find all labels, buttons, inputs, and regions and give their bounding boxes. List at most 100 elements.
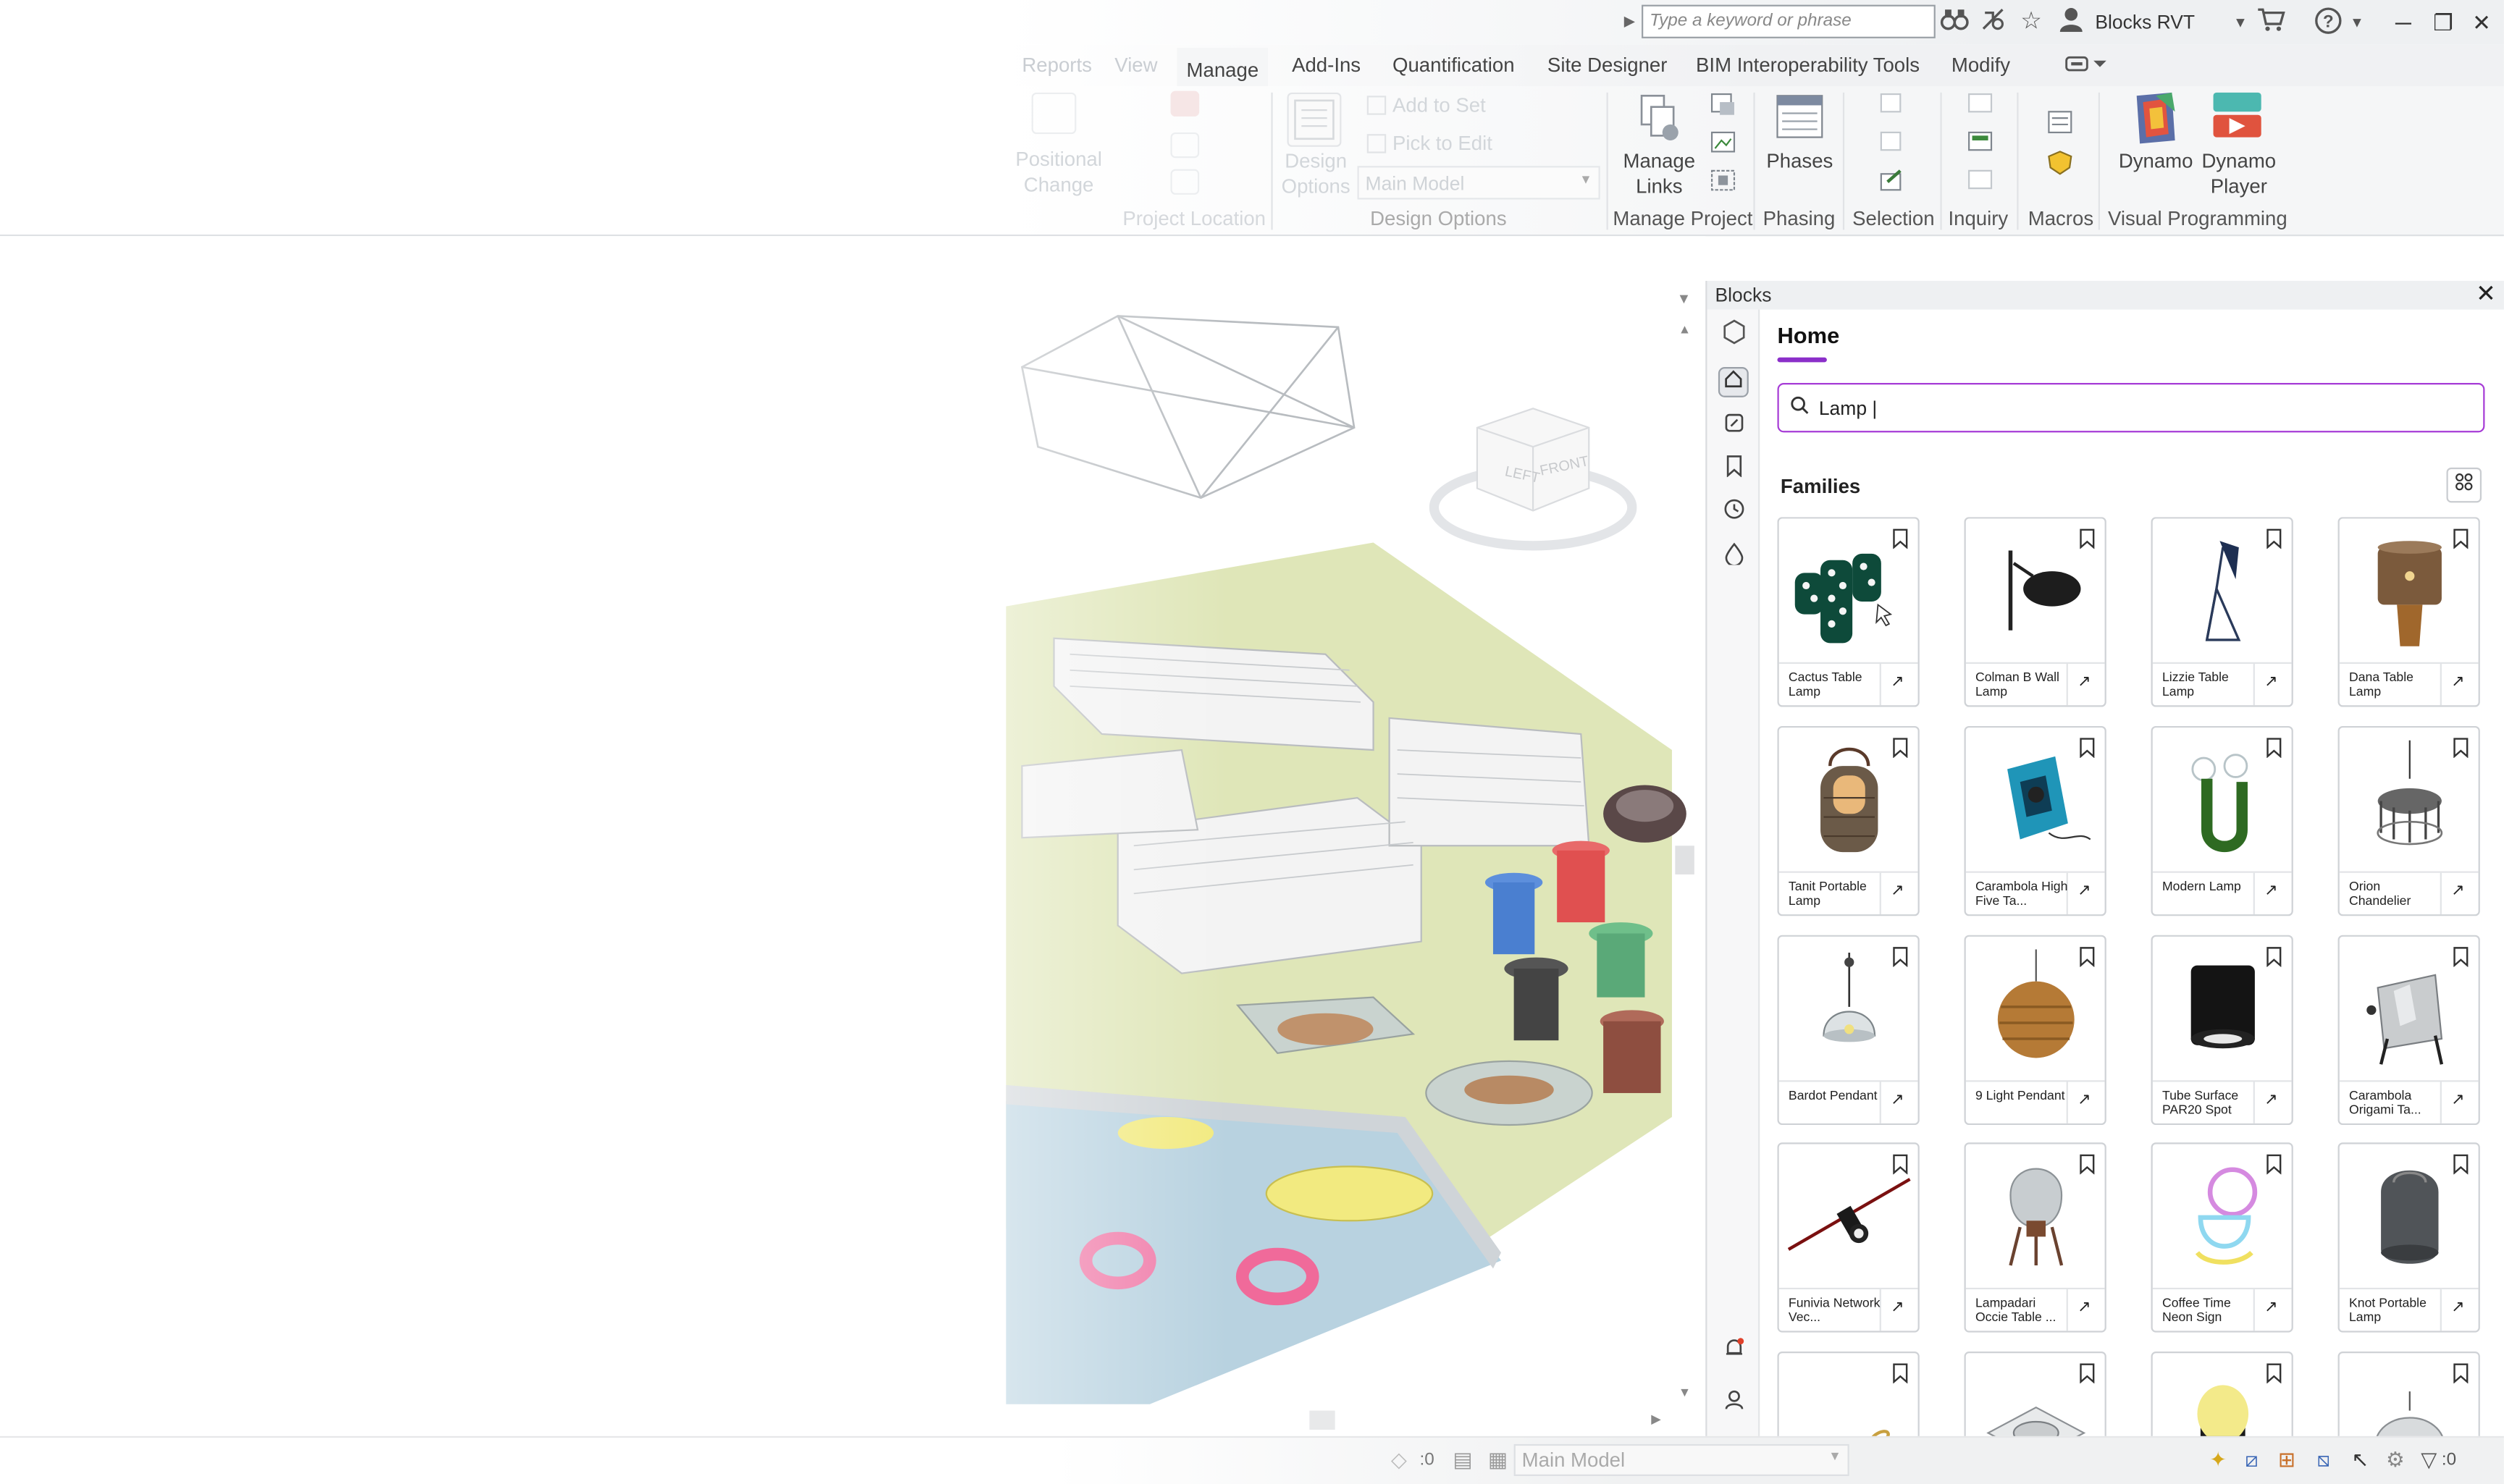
add-to-set-button[interactable]: Add to Set [1366,93,1486,118]
bookmark-icon[interactable] [2079,1154,2095,1175]
bookmark-icon[interactable] [2453,737,2469,759]
bookmark-icon[interactable] [2266,1154,2282,1175]
family-card[interactable]: Knot Portable Lamp ↗ [2337,1142,2480,1333]
open-family-icon[interactable]: ↗ [2264,673,2278,691]
phases-label[interactable]: Phases [1763,148,1836,174]
bookmark-icon[interactable] [2266,528,2282,549]
bookmark-icon[interactable] [1892,528,1908,549]
panel-toggle-icon[interactable] [2064,53,2109,80]
drop-icon[interactable] [1718,542,1749,573]
dynamo-player-label[interactable]: Dynamo Player [2194,148,2283,200]
view-options-dropdown-icon[interactable]: ▼ [1677,290,1692,306]
keyword-search-input[interactable]: Type a keyword or phrase [1642,4,1936,38]
tab-quantification[interactable]: Quantification [1392,54,1515,77]
bookmark-icon[interactable] [2266,946,2282,967]
open-family-icon[interactable]: ↗ [2451,882,2465,900]
bookmark-icon[interactable] [1892,1362,1908,1384]
scroll-up-icon[interactable]: ▲ [1679,322,1691,337]
family-card[interactable]: Tanit Portable Lamp ↗ [1777,725,1920,916]
restore-icon[interactable]: ❐ [2427,7,2459,38]
bookmark-icon[interactable] [1718,455,1749,485]
grid-view-icon[interactable] [2446,467,2482,503]
tab-view[interactable]: View [1114,54,1157,77]
tab-site-designer[interactable]: Site Designer [1547,54,1668,77]
design-option-select[interactable]: Main Model ▼ [1357,166,1600,200]
select-links-icon[interactable]: ✦ [2206,1447,2231,1472]
close-icon[interactable]: ✕ [2466,7,2497,38]
dynamo-player-icon[interactable] [2210,89,2264,143]
bookmark-icon[interactable] [2453,528,2469,549]
user-name[interactable]: Blocks RVT [2095,11,2195,33]
family-card[interactable]: Colman B Wall Lamp ↗ [1964,517,2106,707]
account-icon[interactable] [1718,1388,1749,1419]
dynamo-icon[interactable] [2130,89,2182,146]
manage-images-icon[interactable] [1709,130,1738,155]
tab-manage[interactable]: Manage [1177,48,1269,87]
open-family-icon[interactable]: ↗ [2264,1299,2278,1316]
open-family-icon[interactable]: ↗ [1891,673,1904,691]
family-card[interactable]: Dana Table Lamp ↗ [2337,517,2480,707]
ids-of-selection-icon[interactable] [1966,91,1995,117]
bookmark-icon[interactable] [1892,946,1908,967]
worksets-icon[interactable]: ▤ [1450,1447,1475,1472]
macro-security-icon[interactable] [2046,148,2075,177]
filter-icon[interactable]: ▽ [2416,1447,2442,1472]
select-by-face-icon[interactable]: ⧅ [2311,1447,2336,1472]
bookmark-icon[interactable] [2266,737,2282,759]
design-options-status-icon[interactable]: ▦ [1485,1447,1511,1472]
edit-selection-icon[interactable] [1878,167,1907,193]
family-card[interactable]: ↗ [2337,1352,2480,1436]
coordinates-icon[interactable] [1170,132,1200,159]
blocks-search-field[interactable] [1777,383,2485,433]
bookmark-icon[interactable] [2266,1362,2282,1384]
horizontal-scrollbar-thumb[interactable] [1309,1410,1335,1430]
select-pinned-icon[interactable]: ⊞ [2274,1447,2299,1472]
positional-icon[interactable] [1031,92,1077,135]
open-family-icon[interactable]: ↗ [2451,673,2465,691]
warnings-icon[interactable] [1966,167,1995,193]
open-family-icon[interactable]: ↗ [2077,1299,2091,1316]
binoculars-icon[interactable] [1938,7,1970,38]
load-selection-icon[interactable] [1878,130,1907,155]
bookmark-icon[interactable] [2453,946,2469,967]
open-family-icon[interactable]: ↗ [2451,1092,2465,1109]
background-processes-icon[interactable]: ⚙ [2382,1447,2408,1472]
family-card[interactable]: Cactus Table Lamp ↗ [1777,517,1920,707]
family-card[interactable]: Funivia Network Vec... ↗ [1777,1142,1920,1333]
family-card[interactable]: Lizzie Table Lamp ↗ [2151,517,2293,707]
bookmark-icon[interactable] [2079,737,2095,759]
starting-view-icon[interactable] [1709,167,1738,193]
tab-modify[interactable]: Modify [1951,54,2010,77]
bookmark-icon[interactable] [1892,1154,1908,1175]
position-icon[interactable] [1170,169,1200,195]
tab-add-ins[interactable]: Add-Ins [1292,54,1361,77]
open-family-icon[interactable]: ↗ [2077,673,2091,691]
import-icon[interactable] [1709,91,1738,117]
bookmark-icon[interactable] [2079,946,2095,967]
location-icon[interactable] [1170,90,1200,117]
phases-icon[interactable] [1773,91,1827,146]
help-icon[interactable]: ? [2312,7,2344,38]
viewcube[interactable]: LEFT FRONT [1429,396,1637,555]
open-family-icon[interactable]: ↗ [2451,1299,2465,1316]
dynamo-label[interactable]: Dynamo [2111,148,2200,174]
minimize-icon[interactable]: ─ [2387,7,2419,38]
tab-reports[interactable]: Reports [1022,54,1092,77]
expand-arrow-icon[interactable]: ▶ [1624,13,1635,30]
manage-links-label[interactable]: Manage Links [1616,148,1702,200]
user-icon[interactable] [2055,7,2087,38]
family-card[interactable]: ↗ [1777,1352,1920,1436]
family-card[interactable]: Tube Surface PAR20 Spot ↗ [2151,935,2293,1126]
open-family-icon[interactable]: ↗ [1891,882,1904,900]
family-card[interactable]: Bardot Pendant ↗ [1777,935,1920,1126]
positional-change-label[interactable]: Positional Change [1003,147,1114,198]
bookmark-icon[interactable] [2079,528,2095,549]
help-dropdown-icon[interactable]: ▼ [2341,7,2373,38]
family-card[interactable]: ↗ [2151,1352,2293,1436]
open-family-icon[interactable]: ↗ [2077,882,2091,900]
macro-manager-icon[interactable] [2046,109,2075,138]
model-viewport[interactable]: LEFT FRONT ▼ ▲ ▼ ▶ [0,236,1706,1436]
family-card[interactable]: Carambola High Five Ta... ↗ [1964,725,2106,916]
subscription-icon[interactable] [1977,7,2009,38]
family-card[interactable]: Coffee Time Neon Sign ↗ [2151,1142,2293,1333]
